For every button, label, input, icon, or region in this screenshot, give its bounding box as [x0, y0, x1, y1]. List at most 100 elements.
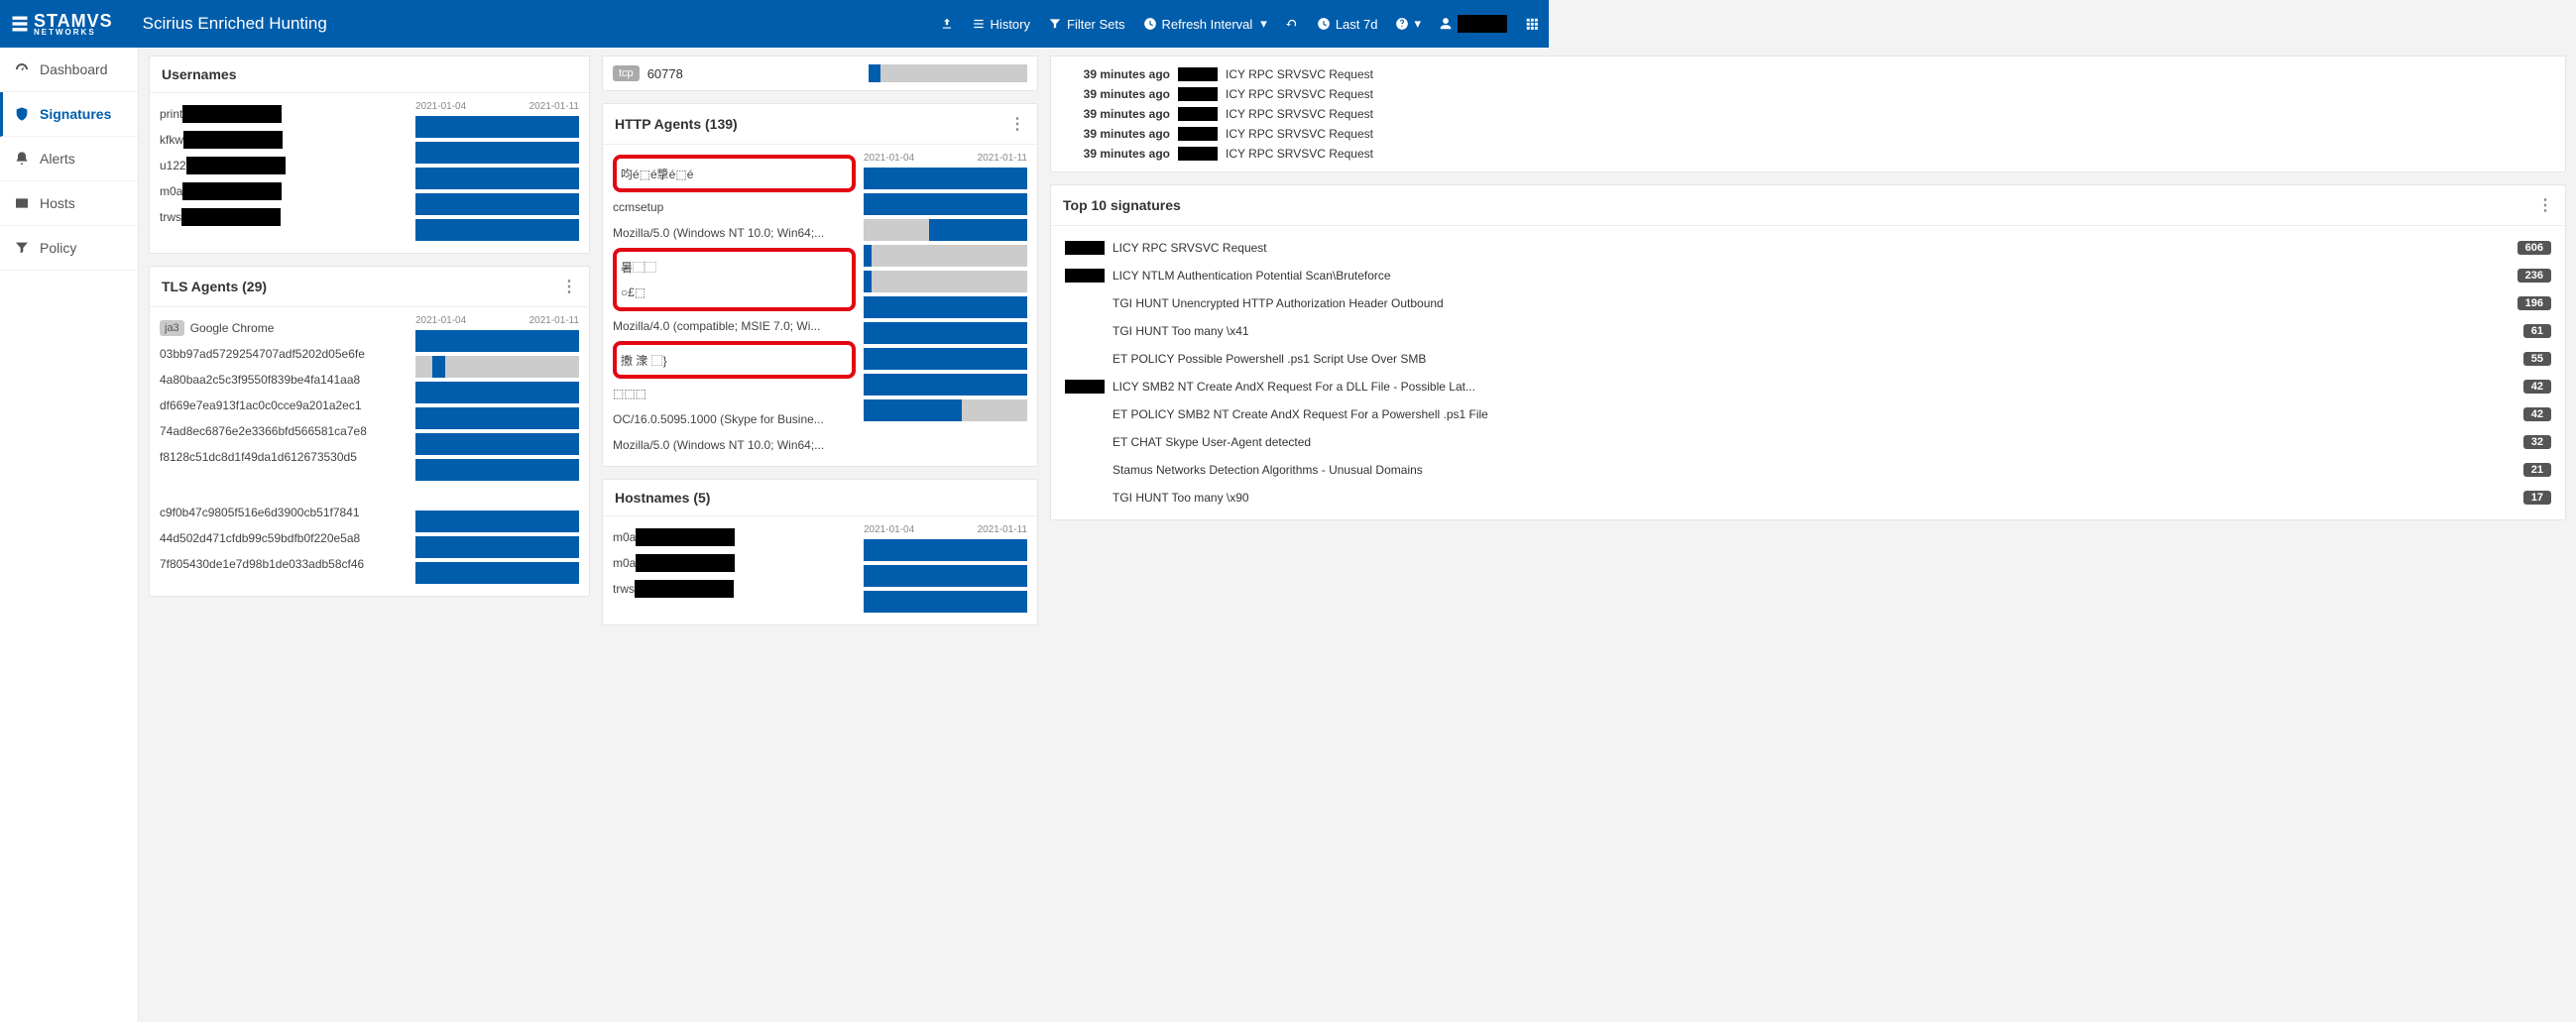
table-row[interactable]: LICY NTLM Authentication Potential Scan\… [1061, 262, 2555, 289]
table-row[interactable]: TGI HUNT Too many \x4161 [1061, 317, 2555, 345]
list-item[interactable]: c9f0b47c9805f516e6d3900cb51f7841 [160, 500, 408, 525]
nav-alerts[interactable]: Alerts [0, 137, 138, 181]
bar [864, 539, 1027, 561]
help-link[interactable]: ▾ [1395, 16, 1421, 32]
list-item[interactable]: 呁é⬚é㨼é⬚é [621, 161, 848, 186]
apps-menu[interactable] [1525, 17, 1539, 31]
list-item[interactable]: m0a [613, 524, 856, 550]
table-row[interactable]: ET POLICY Possible Powershell .ps1 Scrip… [1061, 345, 2555, 373]
list-item[interactable]: 74ad8ec6876e2e3366bfd566581ca7e8 [160, 418, 408, 444]
list-item[interactable]: trws [613, 576, 856, 602]
table-row[interactable]: 39 minutes agoICY RPC SRVSVC Request [1061, 124, 2555, 144]
redacted [1065, 241, 1105, 255]
list-item[interactable]: 暑⬚⬚ [621, 254, 848, 280]
table-row[interactable]: TGI HUNT Too many \x9017 [1061, 484, 2555, 511]
gauge-icon [14, 61, 30, 77]
list-item[interactable]: ⬚⬚⬚ [613, 381, 856, 406]
table-row[interactable]: ET POLICY SMB2 NT Create AndX Request Fo… [1061, 400, 2555, 428]
brand-logo[interactable]: STAMVS NETWORKS [10, 11, 113, 37]
redacted [183, 131, 283, 149]
bar [415, 356, 579, 378]
list-item[interactable]: kfkw [160, 127, 408, 153]
chevron-down-icon: ▾ [1260, 16, 1267, 32]
nav-signatures[interactable]: Signatures [0, 92, 138, 137]
refresh-interval-link[interactable]: Refresh Interval▾ [1143, 16, 1267, 32]
time-range-link[interactable]: Last 7d [1317, 17, 1378, 32]
list-item[interactable]: 03bb97ad5729254707adf5202d05e6fe [160, 341, 408, 367]
ja3-badge: ja3 [160, 320, 184, 336]
redacted [636, 528, 735, 546]
axis: 2021-01-04 2021-01-11 [415, 101, 579, 112]
table-row[interactable]: TGI HUNT Unencrypted HTTP Authorization … [1061, 289, 2555, 317]
panel-menu[interactable]: ⋮ [2537, 195, 2553, 215]
mini-bar [869, 64, 1027, 82]
table-row[interactable]: 39 minutes agoICY RPC SRVSVC Request [1061, 144, 2555, 164]
list-item[interactable]: Mozilla/5.0 (Windows NT 10.0; Win64;... [613, 220, 856, 246]
redacted [1065, 269, 1105, 283]
history-link[interactable]: History [972, 17, 1030, 32]
nav-dashboard[interactable]: Dashboard [0, 48, 138, 92]
list-icon [972, 17, 986, 31]
upload-button[interactable] [940, 17, 954, 31]
count-badge: 196 [2517, 296, 2551, 310]
table-row[interactable]: Stamus Networks Detection Algorithms - U… [1061, 456, 2555, 484]
table-row[interactable]: 39 minutes agoICY RPC SRVSVC Request [1061, 104, 2555, 124]
list-item[interactable]: 4a80baa2c5c3f9550f839be4fa141aa8 [160, 367, 408, 393]
list-item[interactable]: f8128c51dc8d1f49da1d612673530d5 [160, 444, 408, 470]
reload-button[interactable] [1285, 17, 1299, 31]
nav-policy[interactable]: Policy [0, 226, 138, 271]
list-item[interactable]: Mozilla/4.0 (compatible; MSIE 7.0; Wi... [613, 313, 856, 339]
list-item[interactable]: 㩤 潨 ⬚} [621, 347, 848, 373]
table-row[interactable]: ET CHAT Skype User-Agent detected32 [1061, 428, 2555, 456]
bar [415, 536, 579, 558]
bar [864, 322, 1027, 344]
logo-icon [10, 14, 30, 34]
filter-sets-link[interactable]: Filter Sets [1048, 17, 1125, 32]
bar [415, 459, 579, 481]
list-item[interactable]: df669e7ea913f1ac0c0cce9a201a2ec1 [160, 393, 408, 418]
redacted [181, 208, 281, 226]
list-item[interactable]: OC/16.0.5095.1000 (Skype for Busine... [613, 406, 856, 432]
panel-menu[interactable]: ⋮ [1009, 114, 1025, 134]
bar [864, 219, 1027, 241]
sidebar: Dashboard Signatures Alerts Hosts Policy [0, 48, 139, 1022]
table-row[interactable]: 39 minutes agoICY RPC SRVSVC Request [1061, 84, 2555, 104]
panel-menu[interactable]: ⋮ [561, 277, 577, 296]
panel-recent-events: 39 minutes agoICY RPC SRVSVC Request39 m… [1050, 56, 2566, 172]
user-menu[interactable] [1439, 15, 1507, 33]
tls-hashes-b: c9f0b47c9805f516e6d3900cb51f784144d502d4… [160, 500, 408, 577]
bar [864, 374, 1027, 396]
table-row[interactable]: LICY RPC SRVSVC Request606 [1061, 234, 2555, 262]
list-item[interactable]: trws [160, 204, 408, 230]
table-row[interactable]: LICY SMB2 NT Create AndX Request For a D… [1061, 373, 2555, 400]
redacted [1178, 147, 1218, 161]
list-item[interactable]: m0a [160, 178, 408, 204]
list-item[interactable]: print [160, 101, 408, 127]
nav-hosts[interactable]: Hosts [0, 181, 138, 226]
panel-usernames: Usernames printkfkwu122m0atrws 2021-01-0… [149, 56, 590, 254]
reload-icon [1285, 17, 1299, 31]
list-item[interactable]: 7f805430de1e7d98b1de033adb58cf46 [160, 551, 408, 577]
list-item[interactable]: 44d502d471cfdb99c59bdfb0f220e5a8 [160, 525, 408, 551]
axis: 2021-01-04 2021-01-11 [415, 315, 579, 326]
user-icon [1439, 17, 1453, 31]
table-row[interactable]: 39 minutes agoICY RPC SRVSVC Request [1061, 64, 2555, 84]
filter-icon [14, 240, 30, 256]
list-item[interactable]: Mozilla/5.0 (Windows NT 10.0; Win64;... [613, 432, 856, 458]
bar [864, 271, 1027, 292]
bar [415, 168, 579, 189]
redacted [635, 580, 734, 598]
count-badge: 17 [2523, 491, 2551, 505]
list-item[interactable]: m0a [613, 550, 856, 576]
redacted [636, 554, 735, 572]
list-item[interactable]: ccmsetup [613, 194, 856, 220]
count-badge: 32 [2523, 435, 2551, 449]
app-title: Scirius Enriched Hunting [143, 14, 327, 34]
list-item[interactable]: u122 [160, 153, 408, 178]
list-item[interactable]: ja3 Google Chrome [160, 315, 408, 341]
list-item[interactable]: ○£⬚ [621, 280, 848, 305]
tls-hashes-a: 03bb97ad5729254707adf5202d05e6fe4a80baa2… [160, 341, 408, 470]
redacted [1178, 127, 1218, 141]
redacted [1178, 67, 1218, 81]
port-label: 60778 [647, 66, 683, 81]
